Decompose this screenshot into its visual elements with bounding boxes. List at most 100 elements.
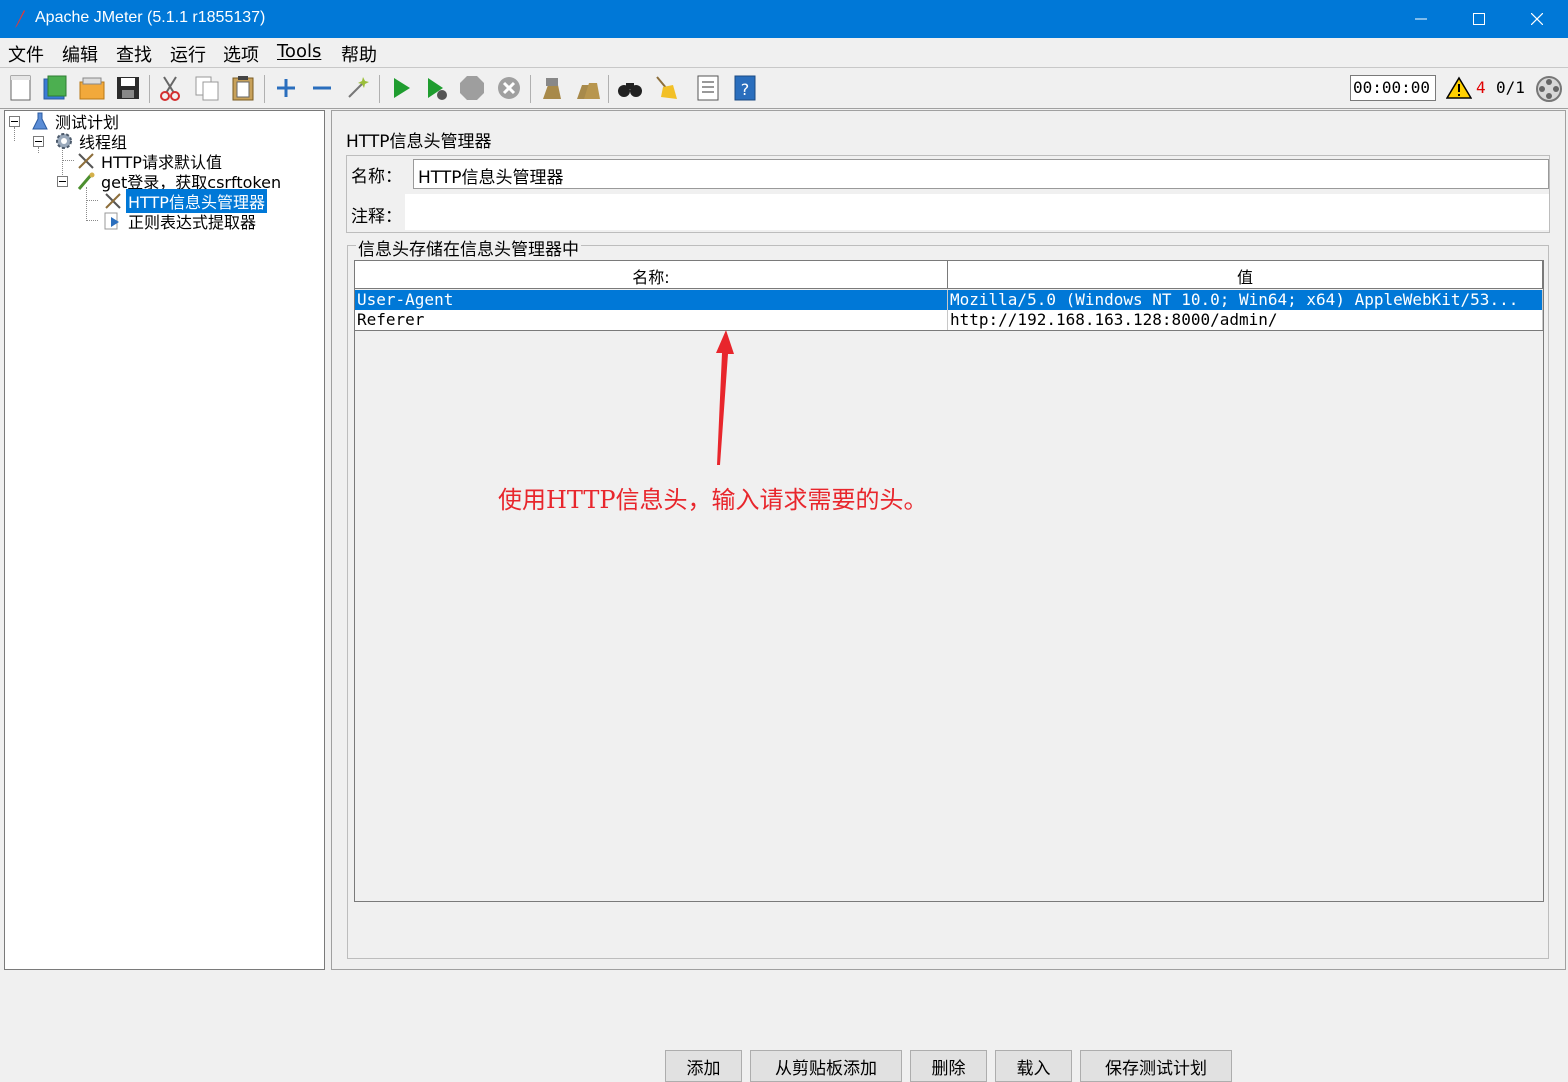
play-icon bbox=[394, 78, 410, 98]
function-helper-button[interactable] bbox=[693, 73, 723, 103]
config-tools-icon bbox=[78, 153, 94, 169]
save-test-plan-button[interactable]: 保存测试计划 bbox=[1080, 1050, 1232, 1082]
toolbar-separator bbox=[608, 75, 609, 103]
open-folder-icon bbox=[79, 77, 105, 100]
jmeter-feather-icon bbox=[15, 10, 25, 28]
test-plan-flask-icon bbox=[32, 112, 48, 130]
title-bar: Apache JMeter (5.1.1 r1855137) bbox=[0, 0, 1568, 38]
open-button[interactable] bbox=[77, 73, 107, 103]
toolbar-separator bbox=[264, 75, 265, 103]
function-list-icon bbox=[697, 75, 719, 101]
play-no-timers-icon bbox=[428, 78, 447, 100]
toggle-button[interactable] bbox=[343, 73, 373, 103]
copy-button[interactable] bbox=[192, 73, 222, 103]
header-name-cell[interactable]: User-Agent bbox=[355, 290, 948, 310]
cut-button[interactable] bbox=[155, 73, 185, 103]
name-input[interactable]: HTTP信息头管理器 bbox=[413, 159, 1549, 189]
comment-label: 注释： bbox=[351, 207, 402, 227]
menu-run[interactable]: 运行 bbox=[170, 41, 206, 67]
close-button[interactable] bbox=[1508, 0, 1566, 38]
collapse-all-button[interactable] bbox=[307, 73, 337, 103]
menu-search[interactable]: 查找 bbox=[116, 41, 152, 67]
minimize-button[interactable] bbox=[1392, 0, 1450, 38]
start-button[interactable] bbox=[386, 73, 416, 103]
maximize-icon bbox=[1473, 13, 1485, 25]
help-book-icon: ? bbox=[734, 75, 756, 101]
tree-line bbox=[86, 200, 98, 201]
config-tools-icon bbox=[105, 193, 121, 209]
delete-button[interactable]: 删除 bbox=[910, 1050, 987, 1082]
name-label: 名称： bbox=[351, 167, 402, 187]
clear-all-button[interactable] bbox=[573, 73, 603, 103]
annotation-text: 使用HTTP信息头，输入请求需要的头。 bbox=[498, 486, 928, 514]
binoculars-icon bbox=[618, 83, 642, 97]
add-button[interactable]: 添加 bbox=[665, 1050, 742, 1082]
start-no-pauses-button[interactable] bbox=[421, 73, 451, 103]
clear-button[interactable] bbox=[536, 73, 566, 103]
new-button[interactable] bbox=[6, 73, 36, 103]
headers-group: 信息头存储在信息头管理器中 名称: 值 User-Agent Mozilla/5… bbox=[347, 235, 1549, 1082]
add-from-clipboard-button[interactable]: 从剪贴板添加 bbox=[750, 1050, 902, 1082]
new-file-icon bbox=[10, 75, 31, 101]
minus-icon bbox=[313, 86, 331, 90]
maximize-button[interactable] bbox=[1450, 0, 1508, 38]
tree-line bbox=[38, 147, 39, 153]
column-header-value[interactable]: 值 bbox=[948, 261, 1543, 289]
comment-input[interactable] bbox=[405, 194, 1549, 230]
reset-search-broom-icon bbox=[656, 76, 677, 99]
header-value-cell[interactable]: http://192.168.163.128:8000/admin/ bbox=[948, 310, 1543, 330]
menu-edit[interactable]: 编辑 bbox=[62, 41, 98, 67]
tree-expander[interactable] bbox=[57, 176, 68, 187]
clear-broom-icon bbox=[543, 78, 561, 99]
menu-tools[interactable]: Tools bbox=[277, 41, 321, 62]
tree-node-regex-extractor[interactable]: 正则表达式提取器 bbox=[102, 211, 258, 232]
menu-help[interactable]: 帮助 bbox=[341, 41, 377, 67]
search-button[interactable] bbox=[615, 73, 645, 103]
table-row[interactable]: User-Agent Mozilla/5.0 (Windows NT 10.0;… bbox=[355, 290, 1543, 310]
copy-icon bbox=[195, 76, 219, 101]
warning-count: 4 bbox=[1476, 78, 1486, 97]
paste-button[interactable] bbox=[228, 73, 258, 103]
table-row[interactable]: Referer http://192.168.163.128:8000/admi… bbox=[355, 310, 1543, 330]
tree-node-get-login[interactable]: get登录，获取csrftoken bbox=[75, 171, 283, 192]
tree-expander[interactable] bbox=[33, 136, 44, 147]
templates-button[interactable] bbox=[40, 73, 70, 103]
column-header-name[interactable]: 名称: bbox=[355, 261, 948, 289]
test-plan-tree: 测试计划 线程组 HTTP请求默认值 get登录，获取csrftoken HTT… bbox=[4, 110, 325, 970]
shutdown-icon bbox=[498, 77, 520, 99]
toolbar: ? 00:00:00 4 0/1 bbox=[0, 69, 1568, 109]
save-button[interactable] bbox=[113, 73, 143, 103]
tree-node-header-manager[interactable]: HTTP信息头管理器 bbox=[102, 189, 267, 213]
tree-line bbox=[62, 160, 74, 161]
elapsed-timer: 00:00:00 bbox=[1350, 75, 1436, 101]
tree-node-http-defaults[interactable]: HTTP请求默认值 bbox=[75, 151, 224, 172]
headers-group-title: 信息头存储在信息头管理器中 bbox=[356, 235, 581, 260]
clear-all-broom-icon bbox=[577, 83, 600, 99]
expand-all-button[interactable] bbox=[271, 73, 301, 103]
tree-node-thread-group[interactable]: 线程组 bbox=[53, 131, 129, 152]
menu-file[interactable]: 文件 bbox=[8, 41, 44, 67]
warning-icon[interactable] bbox=[1446, 76, 1472, 100]
save-disk-icon bbox=[117, 77, 139, 99]
name-comment-box: 名称： HTTP信息头管理器 注释： bbox=[346, 155, 1550, 233]
shutdown-button[interactable] bbox=[494, 73, 524, 103]
stop-octagon-icon bbox=[460, 76, 484, 100]
help-button[interactable]: ? bbox=[730, 73, 760, 103]
header-manager-panel: HTTP信息头管理器 名称： HTTP信息头管理器 注释： 信息头存储在信息头管… bbox=[331, 110, 1566, 1082]
tree-line bbox=[86, 187, 87, 221]
minimize-icon bbox=[1415, 18, 1427, 20]
table-rows-border bbox=[355, 330, 1543, 331]
panel-title: HTTP信息头管理器 bbox=[346, 132, 492, 152]
tree-node-test-plan[interactable]: 测试计划 bbox=[29, 111, 121, 132]
paste-clipboard-icon bbox=[232, 76, 254, 101]
window-title: Apache JMeter (5.1.1 r1855137) bbox=[35, 9, 266, 26]
header-value-cell[interactable]: Mozilla/5.0 (Windows NT 10.0; Win64; x64… bbox=[948, 290, 1543, 310]
active-threads: 0/1 bbox=[1496, 78, 1525, 97]
tree-line bbox=[14, 127, 15, 141]
tree-expander[interactable] bbox=[9, 116, 20, 127]
stop-button[interactable] bbox=[457, 73, 487, 103]
header-name-cell[interactable]: Referer bbox=[355, 310, 948, 330]
reset-search-button[interactable] bbox=[651, 73, 681, 103]
menu-options[interactable]: 选项 bbox=[223, 41, 259, 67]
load-button[interactable]: 载入 bbox=[995, 1050, 1072, 1082]
